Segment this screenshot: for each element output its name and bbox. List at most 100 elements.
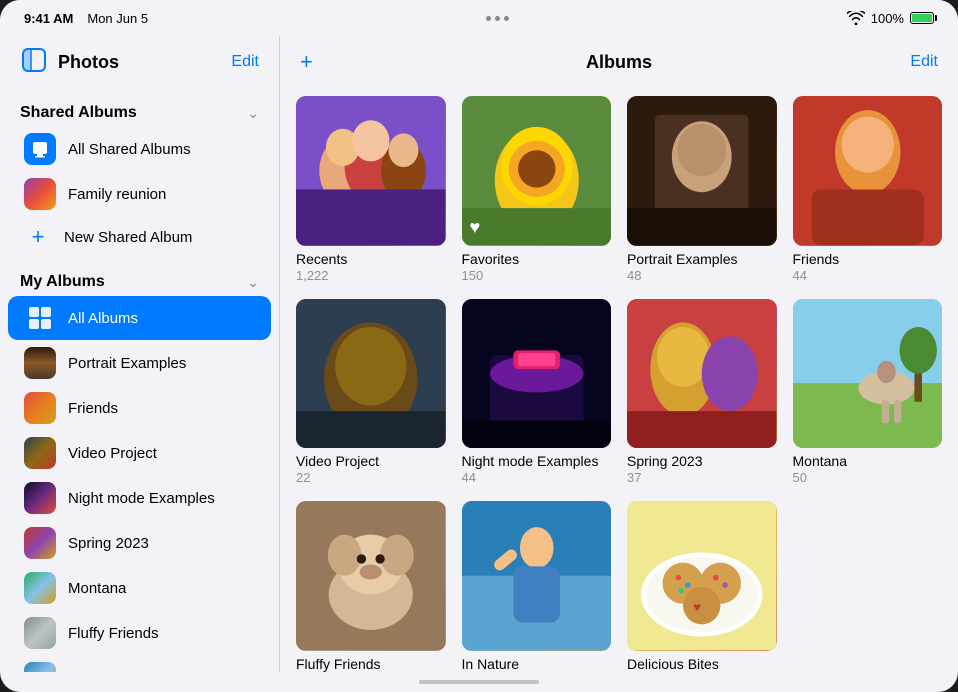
album-cell-nature[interactable]: In Nature 53	[462, 501, 612, 672]
home-bar	[419, 680, 539, 684]
sidebar-edit-button[interactable]: Edit	[231, 53, 259, 71]
album-cell-recents[interactable]: Recents 1,222	[296, 96, 446, 283]
night-album-count: 44	[462, 470, 612, 485]
sidebar-item-fluffy[interactable]: Fluffy Friends	[8, 611, 271, 655]
family-reunion-label: Family reunion	[68, 186, 166, 203]
battery-icon	[910, 12, 934, 24]
new-shared-plus-icon: +	[24, 223, 52, 251]
portrait-album-name: Portrait Examples	[627, 251, 777, 267]
my-albums-section-header: My Albums ⌄	[0, 265, 279, 295]
status-date: Mon Jun 5	[87, 11, 148, 26]
spring-album-count: 37	[627, 470, 777, 485]
album-grid: Recents 1,222	[280, 88, 958, 672]
svg-text:♥: ♥	[693, 599, 701, 614]
dot1	[486, 16, 491, 21]
album-cell-spring[interactable]: Spring 2023 37	[627, 299, 777, 486]
album-cell-favorites[interactable]: ♥ Favorites 150	[462, 96, 612, 283]
sidebar-header: Photos Edit	[0, 36, 279, 88]
video-album-count: 22	[296, 470, 446, 485]
nature-album-thumb	[462, 501, 612, 651]
spring-album-name: Spring 2023	[627, 453, 777, 469]
sidebar-item-night[interactable]: Night mode Examples	[8, 476, 271, 520]
status-time: 9:41 AM	[24, 11, 73, 26]
sidebar-toggle-icon[interactable]	[20, 46, 48, 79]
album-header: + Albums Edit	[280, 36, 958, 88]
all-albums-icon	[24, 302, 56, 334]
recents-name: Recents	[296, 251, 446, 267]
sidebar-item-nature[interactable]: In Nature	[8, 656, 271, 672]
shared-albums-title: Shared Albums	[20, 104, 137, 122]
bites-album-thumb: ♥	[627, 501, 777, 651]
spring-thumb	[24, 527, 56, 559]
spring-label: Spring 2023	[68, 535, 149, 552]
video-thumb	[24, 437, 56, 469]
status-right: 100%	[847, 11, 934, 26]
status-dots	[486, 16, 509, 21]
add-album-button[interactable]: +	[300, 49, 313, 75]
favorites-heart-badge: ♥	[470, 217, 481, 238]
album-cell-friends[interactable]: Friends 44	[793, 96, 943, 283]
album-cell-video[interactable]: Video Project 22	[296, 299, 446, 486]
friends-album-thumb	[793, 96, 943, 246]
status-bar: 9:41 AM Mon Jun 5 100%	[0, 0, 958, 36]
portrait-label: Portrait Examples	[68, 355, 186, 372]
spring-album-thumb	[627, 299, 777, 449]
sidebar-item-all-albums[interactable]: All Albums	[8, 296, 271, 340]
home-indicator	[0, 672, 958, 692]
sidebar-item-portrait[interactable]: Portrait Examples	[8, 341, 271, 385]
fluffy-album-name: Fluffy Friends	[296, 656, 446, 672]
all-shared-icon	[24, 133, 56, 165]
sidebar-item-family-reunion[interactable]: Family reunion	[8, 172, 271, 216]
favorites-thumb: ♥	[462, 96, 612, 246]
sidebar-item-all-shared[interactable]: All Shared Albums	[8, 127, 271, 171]
bites-album-name: Delicious Bites	[627, 656, 777, 672]
fluffy-label: Fluffy Friends	[68, 625, 159, 642]
sidebar-title: Photos	[58, 52, 119, 73]
friends-album-name: Friends	[793, 251, 943, 267]
album-area-title: Albums	[586, 52, 652, 73]
all-albums-label: All Albums	[68, 310, 138, 327]
video-album-thumb	[296, 299, 446, 449]
album-edit-button[interactable]: Edit	[910, 53, 938, 71]
dot3	[504, 16, 509, 21]
portrait-album-count: 48	[627, 268, 777, 283]
favorites-name: Favorites	[462, 251, 612, 267]
recents-count: 1,222	[296, 268, 446, 283]
album-cell-portrait[interactable]: Portrait Examples 48	[627, 96, 777, 283]
portrait-album-thumb	[627, 96, 777, 246]
recents-thumb	[296, 96, 446, 246]
montana-album-count: 50	[793, 470, 943, 485]
new-shared-label: New Shared Album	[64, 229, 192, 246]
album-cell-fluffy[interactable]: Fluffy Friends 8	[296, 501, 446, 672]
night-album-thumb	[462, 299, 612, 449]
montana-thumb	[24, 572, 56, 604]
montana-label: Montana	[68, 580, 126, 597]
sidebar-item-montana[interactable]: Montana	[8, 566, 271, 610]
friends-thumb	[24, 392, 56, 424]
sidebar-item-new-shared[interactable]: + New Shared Album	[8, 217, 271, 257]
sidebar-scroll: Shared Albums ⌄ All Shared Albums	[0, 88, 279, 672]
dot2	[495, 16, 500, 21]
night-album-name: Night mode Examples	[462, 453, 612, 469]
friends-label: Friends	[68, 400, 118, 417]
sidebar-item-video[interactable]: Video Project	[8, 431, 271, 475]
sidebar-item-friends[interactable]: Friends	[8, 386, 271, 430]
album-cell-bites[interactable]: ♥ Delicious Bites 10	[627, 501, 777, 672]
album-header-inner: + Albums Edit	[300, 49, 938, 75]
fluffy-thumb	[24, 617, 56, 649]
night-label: Night mode Examples	[68, 490, 215, 507]
friends-album-count: 44	[793, 268, 943, 283]
album-area: + Albums Edit	[280, 36, 958, 672]
shared-albums-chevron[interactable]: ⌄	[247, 105, 259, 122]
montana-album-name: Montana	[793, 453, 943, 469]
battery-percent: 100%	[871, 11, 904, 26]
montana-album-thumb	[793, 299, 943, 449]
nature-thumb	[24, 662, 56, 672]
portrait-thumb	[24, 347, 56, 379]
album-cell-montana[interactable]: Montana 50	[793, 299, 943, 486]
video-album-name: Video Project	[296, 453, 446, 469]
sidebar-item-spring[interactable]: Spring 2023	[8, 521, 271, 565]
night-thumb	[24, 482, 56, 514]
my-albums-chevron[interactable]: ⌄	[247, 274, 259, 291]
album-cell-night[interactable]: Night mode Examples 44	[462, 299, 612, 486]
